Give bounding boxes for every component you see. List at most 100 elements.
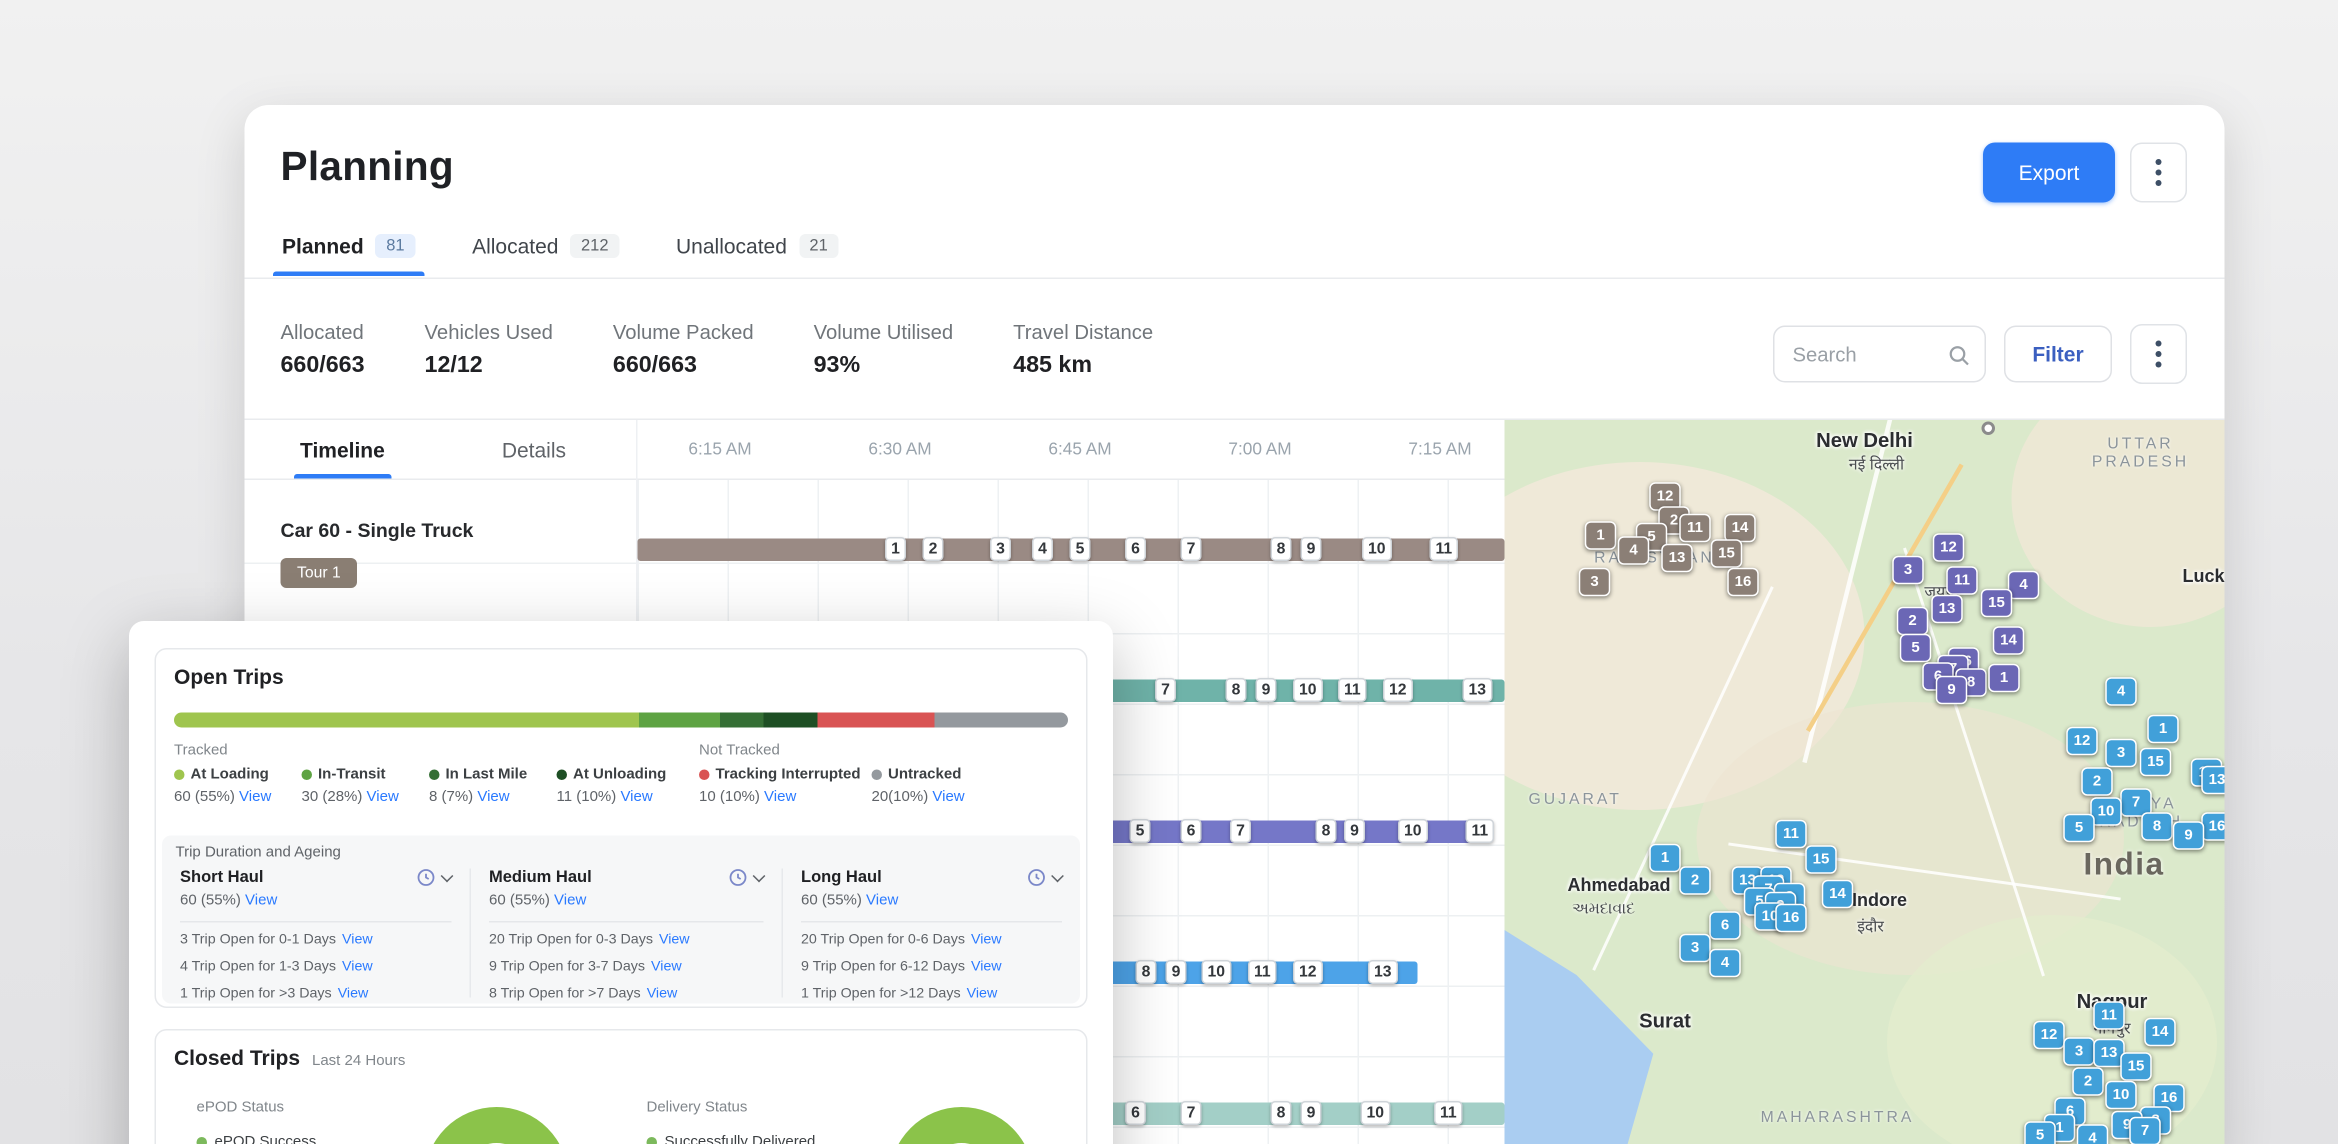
map-marker[interactable]: 14	[1724, 514, 1756, 543]
map-marker[interactable]: 11	[1946, 566, 1978, 595]
view-link[interactable]: View	[659, 932, 690, 949]
view-link[interactable]: View	[764, 789, 796, 806]
map-marker[interactable]: 15	[2140, 748, 2172, 777]
view-link[interactable]: View	[620, 789, 652, 806]
stop-chip[interactable]: 5	[1130, 819, 1151, 843]
map-marker[interactable]: 14	[1993, 626, 2025, 655]
toolbar-kebab-menu-button[interactable]	[2130, 324, 2187, 384]
map-marker[interactable]: 3	[1579, 568, 1611, 597]
map-marker[interactable]: 16	[1775, 904, 1807, 933]
chevron-down-icon[interactable]	[753, 869, 766, 882]
view-link[interactable]: View	[647, 985, 678, 1002]
map-marker[interactable]: 15	[1711, 539, 1743, 568]
view-link[interactable]: View	[477, 789, 509, 806]
stop-chip[interactable]: 9	[1256, 678, 1277, 702]
stop-chip[interactable]: 11	[1248, 960, 1277, 984]
view-link[interactable]: View	[239, 789, 271, 806]
map-marker[interactable]: 15	[1805, 845, 1837, 874]
view-tab[interactable]: Details	[502, 420, 566, 479]
stop-chip[interactable]: 10	[1362, 537, 1392, 561]
map-marker[interactable]: 2	[2081, 767, 2113, 796]
chevron-down-icon[interactable]	[1051, 869, 1064, 882]
stop-chip[interactable]: 9	[1166, 960, 1187, 984]
map-marker[interactable]: 13	[1931, 595, 1963, 624]
stop-chip[interactable]: 10	[1202, 960, 1232, 984]
map-marker[interactable]: 2	[2072, 1067, 2104, 1096]
view-link[interactable]: View	[651, 958, 682, 975]
stop-chip[interactable]: 8	[1226, 678, 1247, 702]
stop-chip[interactable]: 8	[1271, 1101, 1292, 1125]
stop-chip[interactable]: 12	[1293, 960, 1323, 984]
map-marker[interactable]: 3	[2063, 1037, 2095, 1066]
map-marker[interactable]: 2	[1679, 866, 1711, 895]
view-link[interactable]: View	[245, 893, 277, 910]
stop-chip[interactable]: 9	[1301, 537, 1322, 561]
map-marker[interactable]: 16	[2201, 812, 2224, 841]
map-marker[interactable]: 4	[1618, 536, 1650, 565]
chevron-down-icon[interactable]	[441, 869, 454, 882]
view-link[interactable]: View	[367, 789, 399, 806]
map-marker[interactable]: 3	[2105, 739, 2137, 768]
stop-chip[interactable]: 11	[1466, 819, 1495, 843]
map-marker[interactable]: 12	[2033, 1021, 2065, 1050]
stop-chip[interactable]: 12	[1383, 678, 1413, 702]
map-marker[interactable]: 3	[1679, 934, 1711, 963]
map-marker[interactable]: 5	[1900, 634, 1932, 663]
header-kebab-menu-button[interactable]	[2130, 143, 2187, 203]
map-marker[interactable]: 1	[2147, 715, 2179, 744]
view-link[interactable]: View	[338, 985, 369, 1002]
map-marker[interactable]: 14	[2144, 1018, 2176, 1047]
stop-chip[interactable]: 8	[1136, 960, 1157, 984]
map-marker[interactable]: 10	[2090, 797, 2122, 826]
map-marker[interactable]: 5	[2063, 814, 2095, 843]
stop-chip[interactable]: 6	[1125, 1101, 1146, 1125]
map-marker[interactable]: 15	[1981, 589, 2013, 618]
map-marker[interactable]: 5	[2024, 1121, 2056, 1144]
view-link[interactable]: View	[866, 893, 898, 910]
map-marker[interactable]: 10	[2105, 1081, 2137, 1110]
stop-chip[interactable]: 13	[1368, 960, 1398, 984]
stop-chip[interactable]: 6	[1125, 537, 1146, 561]
stop-chip[interactable]: 6	[1181, 819, 1202, 843]
stop-chip[interactable]: 10	[1293, 678, 1323, 702]
stop-chip[interactable]: 2	[923, 537, 944, 561]
map-marker[interactable]: 4	[2077, 1124, 2109, 1144]
map-marker[interactable]: 4	[2008, 571, 2040, 600]
map-marker[interactable]: 16	[1727, 568, 1759, 597]
stop-chip[interactable]: 1	[885, 537, 906, 561]
map-marker[interactable]: 9	[1936, 676, 1968, 705]
stop-chip[interactable]: 7	[1155, 678, 1176, 702]
stop-chip[interactable]: 5	[1070, 537, 1091, 561]
map-marker[interactable]: 2	[1897, 607, 1929, 636]
map-marker[interactable]: 1	[1585, 521, 1617, 550]
stop-chip[interactable]: 3	[990, 537, 1011, 561]
stop-chip[interactable]: 7	[1181, 1101, 1202, 1125]
map-marker[interactable]: 1	[1649, 844, 1681, 873]
map-marker[interactable]: 4	[2105, 677, 2137, 706]
view-link[interactable]: View	[342, 958, 373, 975]
stop-chip[interactable]: 11	[1434, 1101, 1463, 1125]
map-marker[interactable]: 15	[2120, 1052, 2152, 1081]
map-marker[interactable]: 3	[1892, 556, 1924, 585]
map-marker[interactable]: 8	[2141, 812, 2173, 841]
map-marker[interactable]: 1	[1988, 664, 2020, 693]
stop-chip[interactable]: 9	[1301, 1101, 1322, 1125]
stop-chip[interactable]: 10	[1361, 1101, 1391, 1125]
main-tab[interactable]: Planned 81	[282, 234, 415, 276]
filter-button[interactable]: Filter	[2004, 326, 2112, 383]
stop-chip[interactable]: 9	[1344, 819, 1365, 843]
view-link[interactable]: View	[967, 985, 998, 1002]
map-marker[interactable]: 13	[1661, 544, 1693, 573]
map-marker[interactable]: 11	[2093, 1001, 2125, 1030]
view-link[interactable]: View	[971, 932, 1002, 949]
stop-chip[interactable]: 7	[1230, 819, 1251, 843]
stop-chip[interactable]: 13	[1463, 678, 1493, 702]
view-link[interactable]: View	[554, 893, 586, 910]
map[interactable]: New Delhi नई दिल्ली UTTAR PRADESH RAJAST…	[1505, 420, 2225, 1144]
map-marker[interactable]: 6	[1709, 911, 1741, 940]
map-marker[interactable]: 11	[1679, 514, 1711, 543]
map-marker[interactable]: 13	[2201, 766, 2224, 795]
stop-chip[interactable]: 7	[1181, 537, 1202, 561]
map-marker[interactable]: 7	[2129, 1117, 2161, 1144]
stop-chip[interactable]: 11	[1338, 678, 1367, 702]
